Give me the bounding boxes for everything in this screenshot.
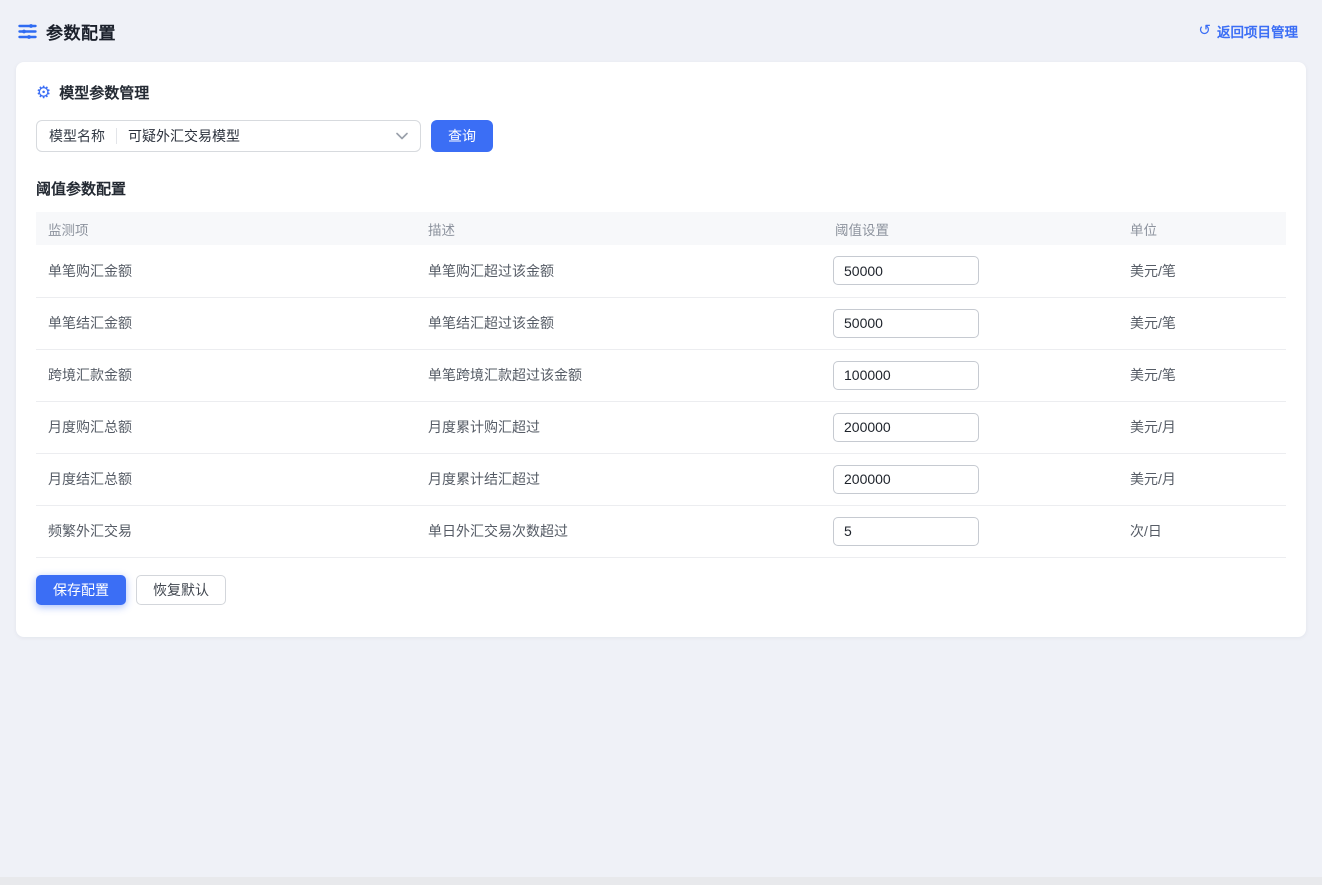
table-row: 跨境汇款金额 单笔跨境汇款超过该金额 美元/笔	[36, 349, 1286, 401]
desc-cell: 单笔购汇超过该金额	[416, 245, 823, 297]
threshold-input[interactable]	[833, 465, 979, 494]
threshold-input[interactable]	[833, 413, 979, 442]
unit-cell: 美元/笔	[1118, 349, 1286, 401]
chevron-down-icon	[396, 132, 408, 140]
table-row: 频繁外汇交易 单日外汇交易次数超过 次/日	[36, 505, 1286, 557]
query-bar: 模型名称 可疑外汇交易模型 查询	[36, 120, 1286, 152]
desc-cell: 单笔结汇超过该金额	[416, 297, 823, 349]
table-header-row: 监测项 描述 阈值设置 单位	[36, 212, 1286, 245]
undo-arrow-icon: ↺	[1198, 23, 1211, 38]
header-left: 参数配置	[18, 19, 116, 44]
unit-cell: 美元/月	[1118, 453, 1286, 505]
item-cell: 频繁外汇交易	[36, 505, 416, 557]
unit-cell: 次/日	[1118, 505, 1286, 557]
sliders-icon	[18, 22, 37, 41]
threshold-section-title: 阈值参数配置	[36, 178, 1286, 199]
model-select-label: 模型名称	[49, 126, 105, 146]
item-cell: 单笔购汇金额	[36, 245, 416, 297]
threshold-input[interactable]	[833, 309, 979, 338]
item-cell: 月度购汇总额	[36, 401, 416, 453]
top-header: 参数配置 ↺ 返回项目管理	[0, 0, 1322, 62]
page-title: 参数配置	[46, 19, 116, 44]
table-row: 单笔购汇金额 单笔购汇超过该金额 美元/笔	[36, 245, 1286, 297]
item-cell: 单笔结汇金额	[36, 297, 416, 349]
item-cell: 月度结汇总额	[36, 453, 416, 505]
back-to-project-link[interactable]: ↺ 返回项目管理	[1198, 21, 1304, 41]
bottom-scrollbar-track[interactable]	[0, 877, 1322, 885]
desc-cell: 单日外汇交易次数超过	[416, 505, 823, 557]
table-row: 单笔结汇金额 单笔结汇超过该金额 美元/笔	[36, 297, 1286, 349]
save-config-button[interactable]: 保存配置	[36, 575, 126, 605]
column-header-item: 监测项	[36, 212, 416, 245]
select-divider	[116, 128, 117, 144]
model-select-value: 可疑外汇交易模型	[128, 126, 240, 146]
column-header-unit: 单位	[1118, 212, 1286, 245]
item-cell: 跨境汇款金额	[36, 349, 416, 401]
gear-icon: ⚙	[36, 84, 51, 101]
threshold-input[interactable]	[833, 256, 979, 285]
back-link-label: 返回项目管理	[1217, 21, 1298, 41]
unit-cell: 美元/笔	[1118, 297, 1286, 349]
panel-title-row: ⚙ 模型参数管理	[36, 82, 1286, 103]
desc-cell: 月度累计结汇超过	[416, 453, 823, 505]
column-header-desc: 描述	[416, 212, 823, 245]
panel-title: 模型参数管理	[59, 82, 149, 103]
unit-cell: 美元/月	[1118, 401, 1286, 453]
model-parameter-card: ⚙ 模型参数管理 模型名称 可疑外汇交易模型 查询 阈值参数配置 监测项 描述 …	[16, 62, 1306, 637]
threshold-input[interactable]	[833, 517, 979, 546]
threshold-input[interactable]	[833, 361, 979, 390]
table-row: 月度结汇总额 月度累计结汇超过 美元/月	[36, 453, 1286, 505]
restore-default-button[interactable]: 恢复默认	[136, 575, 226, 605]
desc-cell: 月度累计购汇超过	[416, 401, 823, 453]
unit-cell: 美元/笔	[1118, 245, 1286, 297]
desc-cell: 单笔跨境汇款超过该金额	[416, 349, 823, 401]
column-header-threshold: 阈值设置	[823, 212, 1118, 245]
actions-row: 保存配置 恢复默认	[36, 575, 1286, 605]
query-button[interactable]: 查询	[431, 120, 493, 152]
threshold-table: 监测项 描述 阈值设置 单位 单笔购汇金额 单笔购汇超过该金额 美元/笔 单笔结…	[36, 212, 1286, 558]
model-name-select[interactable]: 模型名称 可疑外汇交易模型	[36, 120, 421, 152]
table-row: 月度购汇总额 月度累计购汇超过 美元/月	[36, 401, 1286, 453]
